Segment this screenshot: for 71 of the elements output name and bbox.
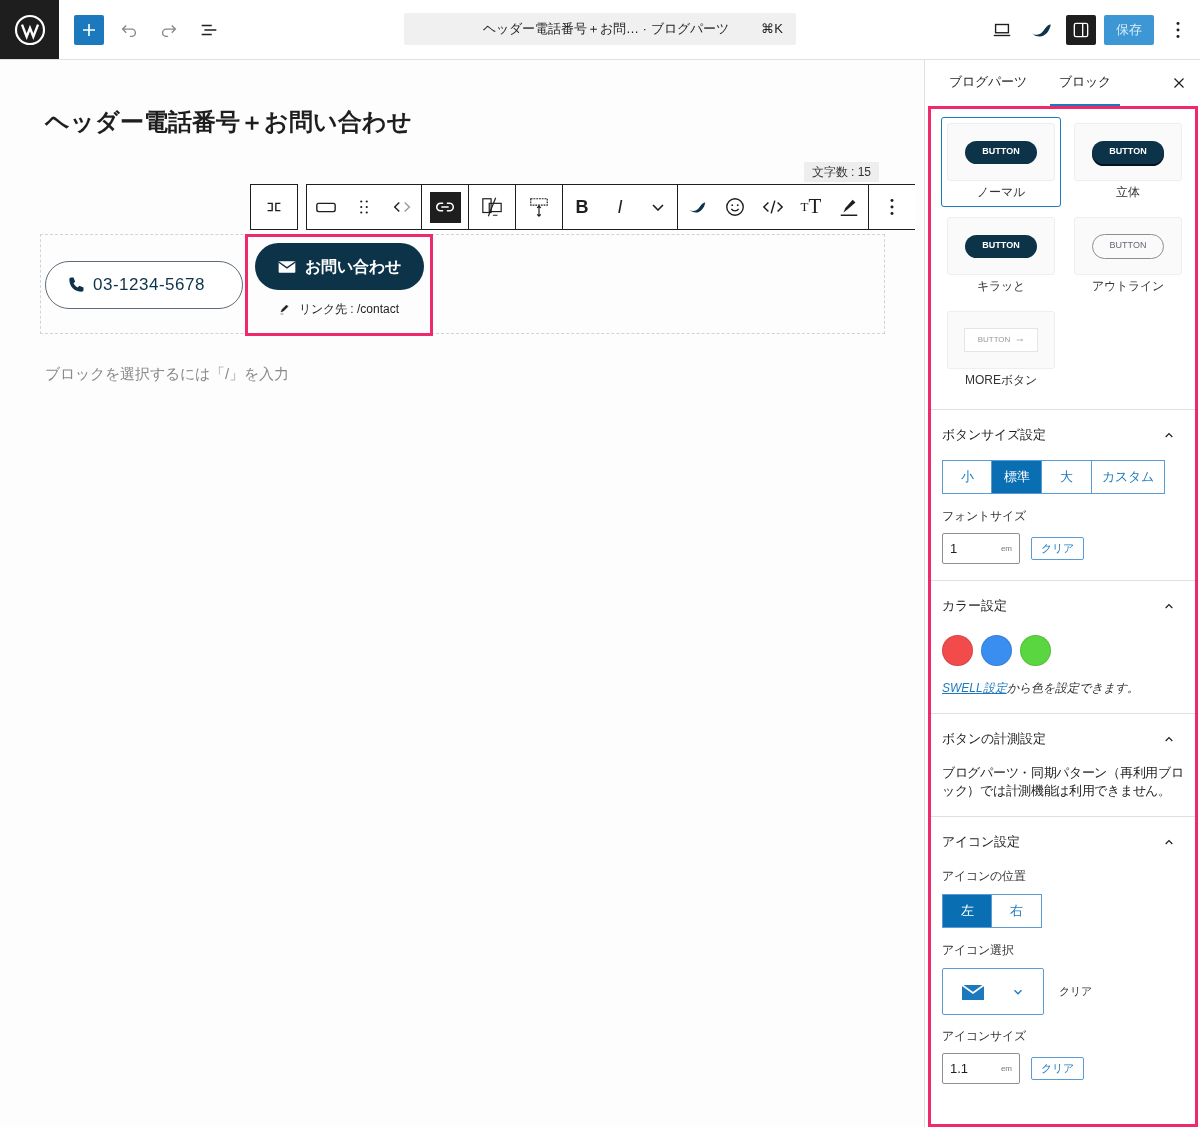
italic-tool-button[interactable]: I xyxy=(601,185,639,229)
site-logo-button[interactable] xyxy=(0,0,59,59)
bold-tool-button[interactable]: B xyxy=(563,185,601,229)
style-label: 立体 xyxy=(1116,184,1140,201)
color-swatch[interactable] xyxy=(1020,635,1051,666)
field-label: アイコン選択 xyxy=(942,942,1015,959)
segment-option[interactable]: 大 xyxy=(1042,460,1092,494)
device-icon xyxy=(481,196,503,218)
icon-size-field[interactable]: 1.1 em xyxy=(942,1053,1020,1084)
icon-select-dropdown[interactable] xyxy=(942,968,1044,1015)
sample-button: BUTTON xyxy=(964,328,1038,352)
field-label: アイコンサイズ xyxy=(942,1028,1027,1045)
unit-label: em xyxy=(1000,542,1012,555)
phone-number: 03-1234-5678 xyxy=(93,274,205,297)
tracking-notice: ブログパーツ・同期パターン（再利用ブロック）では計測機能は利用できません。 xyxy=(942,765,1184,800)
style-label: アウトライン xyxy=(1092,278,1164,295)
font-size-field[interactable]: 1 em xyxy=(942,533,1020,564)
sidebar-tab[interactable]: ブログパーツ xyxy=(940,60,1036,106)
button-style-option[interactable]: BUTTON アウトライン xyxy=(1068,211,1188,301)
height-icon xyxy=(528,196,550,218)
phone-button[interactable]: 03-1234-5678 xyxy=(45,261,243,309)
color-settings-note: SWELL設定から色を設定できます。 xyxy=(942,680,1140,697)
character-count: 文字数 : 15 xyxy=(803,162,879,182)
swell-settings-link[interactable]: SWELL設定 xyxy=(942,681,1007,695)
block-input-field[interactable]: ブロックを選択するには「/」を入力 xyxy=(45,363,645,386)
clear-button[interactable]: クリア xyxy=(1031,537,1084,560)
more-options-icon xyxy=(890,199,894,215)
section-title: カラー設定 xyxy=(942,597,1007,616)
field-label: アイコンの位置 xyxy=(942,868,1027,885)
page-title: ヘッダー電話番号＋お問い合わせ xyxy=(45,107,413,137)
contact-label: お問い合わせ xyxy=(305,256,401,277)
color-swatch[interactable] xyxy=(981,635,1012,666)
section-title: ボタンサイズ設定 xyxy=(942,426,1046,445)
button-style-option[interactable]: BUTTON MOREボタン xyxy=(941,305,1061,395)
button-style-option[interactable]: BUTTON キラッと xyxy=(941,211,1061,301)
style-label: キラッと xyxy=(977,278,1025,295)
logo-icon xyxy=(13,13,46,46)
sidebar-tab[interactable]: ブロック xyxy=(1050,60,1120,106)
shortcut-hint: ⌘K xyxy=(761,20,783,39)
sidebar-toggle-button[interactable] xyxy=(1066,14,1096,45)
sample-button: BUTTON xyxy=(1092,140,1164,164)
link-target-text: リンク先 : /contact xyxy=(299,301,399,318)
segment-option[interactable]: 標準 xyxy=(992,460,1042,494)
sample-button: BUTTON xyxy=(965,234,1037,258)
unit-label: em xyxy=(1000,1062,1012,1075)
section-title: ボタンの計測設定 xyxy=(942,730,1046,749)
button-style-option[interactable]: BUTTON 立体 xyxy=(1068,117,1188,207)
field-label: フォントサイズ xyxy=(942,508,1027,525)
style-label: ノーマル xyxy=(977,184,1025,201)
button-style-option[interactable]: BUTTON ノーマル xyxy=(941,117,1061,207)
style-label: MOREボタン xyxy=(965,372,1037,389)
arrow-icon xyxy=(1016,336,1025,344)
pencil-icon xyxy=(279,303,291,315)
color-swatch[interactable] xyxy=(942,635,973,666)
segment-option[interactable]: カスタム xyxy=(1092,460,1165,494)
contact-button[interactable]: お問い合わせ xyxy=(254,243,424,290)
add-block-button[interactable] xyxy=(74,14,104,45)
clear-button[interactable]: クリア xyxy=(1031,1057,1084,1080)
phone-icon xyxy=(66,275,86,295)
segment-option[interactable]: 右 xyxy=(992,894,1042,928)
smiley-icon xyxy=(724,196,746,218)
document-title: ヘッダー電話番号＋お問… · ブログパーツ xyxy=(483,20,729,39)
section-title: アイコン設定 xyxy=(942,833,1020,852)
command-bar[interactable]: ヘッダー電話番号＋お問… · ブログパーツ ⌘K xyxy=(404,13,796,45)
more-options-icon[interactable] xyxy=(1176,21,1180,38)
clear-button[interactable]: クリア xyxy=(1059,983,1092,1000)
segment-option[interactable]: 小 xyxy=(942,460,992,494)
sample-button: BUTTON xyxy=(965,140,1037,164)
chevron-down-icon xyxy=(652,203,664,211)
segment-option[interactable]: 左 xyxy=(942,894,992,928)
fontsize-tool-button[interactable]: TT xyxy=(792,185,830,229)
